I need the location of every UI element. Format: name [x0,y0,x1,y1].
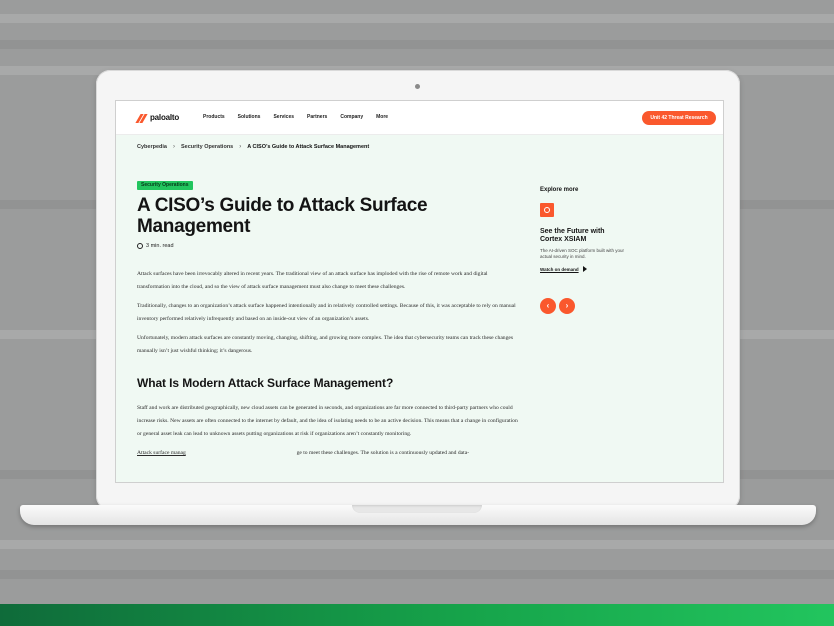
nav-item-company[interactable]: Company [340,114,363,120]
background-stripe [0,40,834,49]
attack-surface-link[interactable]: Attack surface manag [137,450,186,456]
background-stripe [0,14,834,23]
browser-screen: paloalto Products Solutions Services Par… [115,100,724,483]
carousel-controls: ‹ › [540,298,660,314]
article-text-partial: ge to meet these challenges. The solutio… [296,450,470,456]
unit42-threat-research-button[interactable]: Unit 42 Threat Research [642,111,716,125]
page-title: A CISO’s Guide to Attack Surface Managem… [137,195,428,237]
clock-icon [137,243,143,249]
background-stripe [0,570,834,579]
article-body: Attack surfaces have been irrevocably al… [137,268,521,466]
scroll-fade [116,473,723,482]
chevron-right-icon: › [172,144,175,150]
article-paragraph: Attack surfaces have been irrevocably al… [137,271,488,290]
article-paragraph: Traditionally, changes to an organizatio… [137,303,516,322]
watch-on-demand-link[interactable]: Watch on demand [540,266,660,272]
promo-description: The AI-driven SOC platform built with yo… [540,248,625,259]
brand-gradient-bar [0,604,834,626]
article-paragraph: Unfortunately, modern attack surfaces ar… [137,335,514,354]
nav-menu: Products Solutions Services Partners Com… [203,114,401,120]
play-icon [582,266,587,272]
article-paragraph-partial: Attack surface manag ge to meet these ch… [137,447,521,460]
nav-item-solutions[interactable]: Solutions [238,114,261,120]
read-time: 3 min. read [137,243,174,249]
logo[interactable]: paloalto [135,113,180,123]
nav-item-partners[interactable]: Partners [307,114,327,120]
top-navigation: paloalto Products Solutions Services Par… [116,101,723,135]
promo-title[interactable]: See the Future with Cortex XSIAM [540,228,620,244]
nav-item-more[interactable]: More [376,114,388,120]
breadcrumb-current: A CISO’s Guide to Attack Surface Managem… [247,144,370,150]
nav-item-products[interactable]: Products [203,114,225,120]
breadcrumb: Cyberpedia › Security Operations › A CIS… [137,144,369,150]
background-stripe [0,540,834,549]
logo-text: paloalto [150,113,180,122]
paloalto-logo-icon [135,113,148,123]
read-time-label: 3 min. read [146,243,174,249]
eye-icon [540,203,554,217]
category-tag[interactable]: Security Operations [137,181,193,190]
carousel-next-button[interactable]: › [559,298,575,314]
explore-heading: Explore more [540,187,579,193]
article-paragraph: Staff and work are distributed geographi… [137,405,518,437]
laptop-notch [352,505,482,513]
section-heading: What Is Modern Attack Surface Management… [137,376,394,390]
explore-sidebar: Explore more See the Future with Cortex … [540,187,660,314]
carousel-prev-button[interactable]: ‹ [540,298,556,314]
chevron-right-icon: › [239,144,242,150]
watch-on-demand-label: Watch on demand [540,266,579,272]
camera-icon [415,84,420,89]
breadcrumb-security-operations[interactable]: Security Operations [181,144,233,150]
nav-item-services[interactable]: Services [273,114,294,120]
breadcrumb-cyberpedia[interactable]: Cyberpedia [137,144,167,150]
